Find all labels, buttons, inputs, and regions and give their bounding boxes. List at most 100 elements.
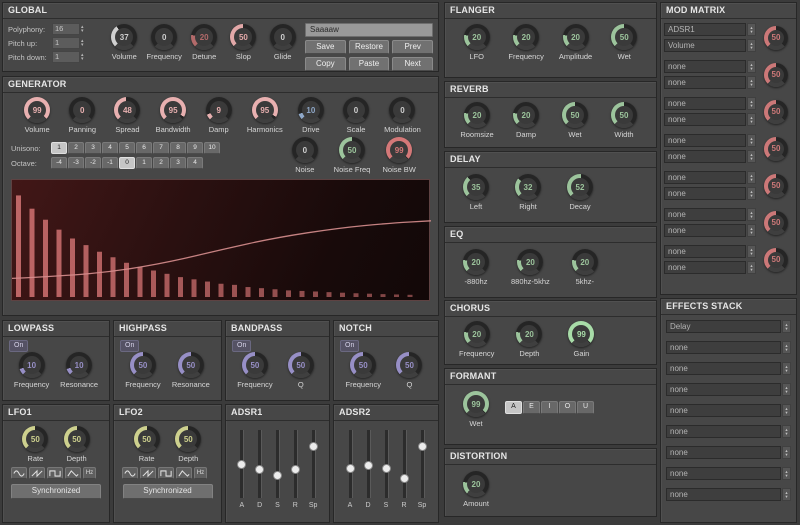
knob-right[interactable]: 32Right (511, 174, 545, 211)
toggle-1-button[interactable]: -1 (102, 157, 118, 169)
knob-880hz[interactable]: 20-880hz (459, 249, 493, 286)
wave-saw-button[interactable] (29, 467, 45, 479)
spinner-down-icon[interactable]: ▾ (750, 46, 752, 50)
mod-amount-knob[interactable]: 50 (759, 174, 793, 198)
toggle-9-button[interactable]: 9 (187, 142, 203, 154)
spinner-value-field[interactable]: 16 (52, 23, 80, 35)
spinner-arrows[interactable]: ▴▾ (81, 53, 84, 61)
knob-drive[interactable]: 10Drive (294, 97, 328, 134)
slider-track[interactable] (364, 430, 373, 498)
effect-slot-6-spinner[interactable]: ▴▾ (782, 425, 791, 438)
wave-sine-button[interactable] (11, 467, 27, 479)
knob-detune[interactable]: 20Detune (187, 24, 221, 61)
mod-source-spinner[interactable]: ▴▾ (747, 60, 756, 73)
wave-hz-button[interactable]: Hz (194, 467, 207, 479)
spinner-down-icon[interactable]: ▾ (750, 194, 752, 198)
toggle-0-button[interactable]: 0 (119, 157, 135, 169)
effect-slot-7-spinner[interactable]: ▴▾ (782, 446, 791, 459)
toggle-4-button[interactable]: 4 (187, 157, 203, 169)
wave-square-button[interactable] (47, 467, 63, 479)
effect-slot-8-dropdown[interactable]: none (666, 467, 781, 480)
toggle-2-button[interactable]: -2 (85, 157, 101, 169)
knob-lfo[interactable]: 20LFO (460, 24, 494, 61)
slider-thumb[interactable] (400, 474, 409, 483)
knob-frequency[interactable]: 0Frequency (147, 24, 182, 61)
toggle-u-button[interactable]: U (577, 401, 594, 414)
spinner-down-icon[interactable]: ▾ (81, 43, 84, 47)
spinner-down-icon[interactable]: ▾ (785, 453, 787, 457)
knob-noise-freq[interactable]: 50Noise Freq (334, 137, 371, 174)
spinner-down-icon[interactable]: ▾ (750, 83, 752, 87)
spinner-down-icon[interactable]: ▾ (785, 411, 787, 415)
slider-thumb[interactable] (364, 461, 373, 470)
mod-target-spinner[interactable]: ▴▾ (747, 76, 756, 89)
slider-track[interactable] (309, 430, 318, 498)
spinner-down-icon[interactable]: ▾ (785, 390, 787, 394)
knob-panning[interactable]: 0Panning (65, 97, 99, 134)
effect-slot-9-dropdown[interactable]: none (666, 488, 781, 501)
spinner-down-icon[interactable]: ▾ (785, 348, 787, 352)
knob-q[interactable]: 50Q (392, 352, 426, 389)
slider-sp[interactable]: Sp (414, 430, 430, 509)
preset-dropdown[interactable]: Saaaaw (305, 23, 433, 37)
bandpass-on-button[interactable]: On (232, 340, 251, 352)
slider-r[interactable]: R (396, 430, 412, 509)
toggle-8-button[interactable]: 8 (170, 142, 186, 154)
knob-amplitude[interactable]: 20Amplitude (559, 24, 593, 61)
knob-resonance[interactable]: 50Resonance (172, 352, 210, 389)
slider-thumb[interactable] (291, 465, 300, 474)
slider-track[interactable] (418, 430, 427, 498)
mod-target-dropdown[interactable]: none (664, 187, 746, 200)
knob-wet[interactable]: 50Wet (558, 102, 592, 139)
effect-slot-5-spinner[interactable]: ▴▾ (782, 404, 791, 417)
knob-harmonics[interactable]: 95Harmonics (247, 97, 283, 134)
knob-rate[interactable]: 50Rate (18, 426, 52, 463)
mod-amount-knob[interactable]: 50 (759, 137, 793, 161)
mod-source-spinner[interactable]: ▴▾ (747, 171, 756, 184)
mod-target-spinner[interactable]: ▴▾ (747, 224, 756, 237)
slider-thumb[interactable] (309, 442, 318, 451)
mod-source-spinner[interactable]: ▴▾ (747, 208, 756, 221)
knob-decay[interactable]: 52Decay (563, 174, 597, 211)
mod-target-spinner[interactable]: ▴▾ (747, 150, 756, 163)
slider-sp[interactable]: Sp (305, 430, 321, 509)
notch-on-button[interactable]: On (340, 340, 359, 352)
slider-track[interactable] (273, 430, 282, 498)
effect-slot-6-dropdown[interactable]: none (666, 425, 781, 438)
effect-slot-5-dropdown[interactable]: none (666, 404, 781, 417)
spinner-down-icon[interactable]: ▾ (750, 178, 752, 182)
spinner-down-icon[interactable]: ▾ (750, 231, 752, 235)
slider-track[interactable] (400, 430, 409, 498)
mod-source-spinner[interactable]: ▴▾ (747, 245, 756, 258)
spinner-down-icon[interactable]: ▾ (750, 141, 752, 145)
slider-track[interactable] (382, 430, 391, 498)
knob-roomsize[interactable]: 20Roomsize (460, 102, 494, 139)
slider-thumb[interactable] (237, 460, 246, 469)
mod-amount-knob[interactable]: 50 (759, 211, 793, 235)
toggle-a-button[interactable]: A (505, 401, 522, 414)
knob-damp[interactable]: 9Damp (202, 97, 236, 134)
knob-880hz-5khz[interactable]: 20880hz-5khz (511, 249, 550, 286)
mod-amount-knob[interactable]: 50 (759, 100, 793, 124)
knob-depth[interactable]: 50Depth (60, 426, 94, 463)
slider-track[interactable] (255, 430, 264, 498)
spinner-down-icon[interactable]: ▾ (81, 57, 84, 61)
knob-wet[interactable]: 50Wet (607, 24, 641, 61)
toggle-5-button[interactable]: 5 (119, 142, 135, 154)
spinner-down-icon[interactable]: ▾ (785, 432, 787, 436)
mod-source-dropdown[interactable]: none (664, 171, 746, 184)
toggle-10-button[interactable]: 10 (204, 142, 220, 154)
mod-source-dropdown[interactable]: none (664, 97, 746, 110)
knob-width[interactable]: 50Width (607, 102, 641, 139)
toggle-2-button[interactable]: 2 (153, 157, 169, 169)
wave-saw-button[interactable] (140, 467, 156, 479)
spinner-down-icon[interactable]: ▾ (750, 252, 752, 256)
save-button[interactable]: Save (305, 40, 346, 54)
mod-target-spinner[interactable]: ▴▾ (747, 261, 756, 274)
spinner-down-icon[interactable]: ▾ (785, 495, 787, 499)
lowpass-on-button[interactable]: On (9, 340, 28, 352)
slider-thumb[interactable] (346, 464, 355, 473)
spinner-arrows[interactable]: ▴▾ (81, 39, 84, 47)
next-button[interactable]: Next (392, 57, 433, 71)
spinner-down-icon[interactable]: ▾ (750, 157, 752, 161)
